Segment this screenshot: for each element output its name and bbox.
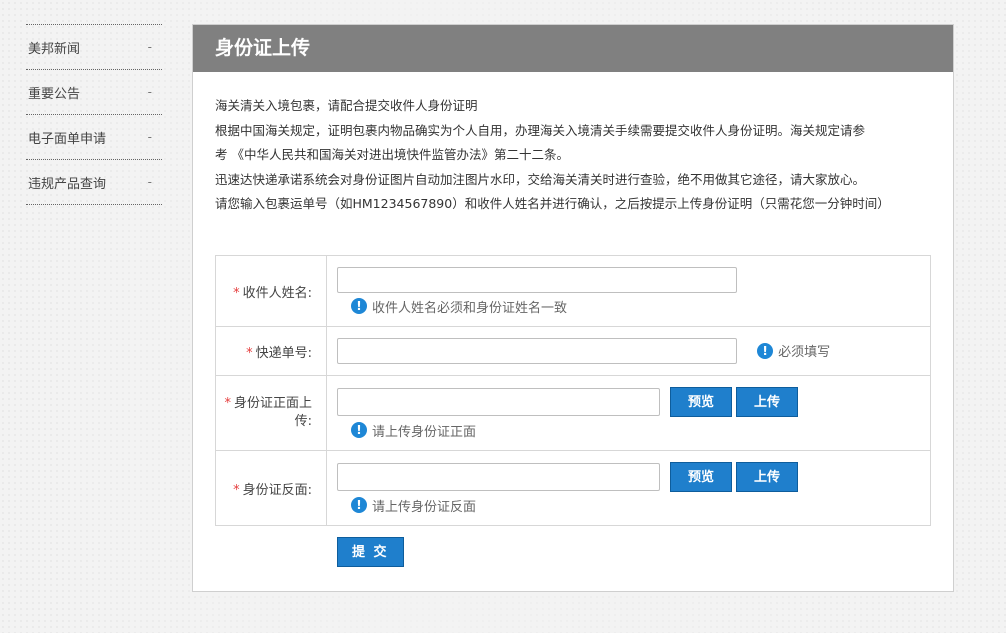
form-row-tracking: * 快递单号: ! 必须填写 bbox=[215, 326, 931, 376]
required-mark: * bbox=[224, 396, 231, 411]
required-mark: * bbox=[233, 482, 240, 498]
id-back-file-input[interactable] bbox=[337, 462, 660, 491]
sidebar-item-news[interactable]: 美邦新闻 - bbox=[26, 25, 162, 70]
tracking-hint-text: 必须填写 bbox=[778, 345, 831, 360]
intro-line: 请您输入包裹运单号（如HM1234567890）和收件人姓名并进行确认，之后按提… bbox=[215, 196, 890, 211]
sidebar-item-e-waybill[interactable]: 电子面单申请 - bbox=[26, 115, 162, 160]
id-front-upload-button[interactable]: 上传 bbox=[736, 386, 799, 417]
recipient-label: * 收件人姓名: bbox=[215, 255, 327, 327]
id-back-label-text: 身份证反面: bbox=[242, 482, 312, 498]
tracking-label: * 快递单号: bbox=[215, 326, 327, 376]
intro-line: 海关清关入境包裹，请配合提交收件人身份证明 bbox=[215, 98, 478, 113]
info-icon: ! bbox=[757, 342, 774, 359]
sidebar-item-label: 重要公告 bbox=[28, 86, 81, 102]
sidebar-item-marker: - bbox=[147, 130, 152, 144]
required-mark: * bbox=[246, 345, 253, 361]
recipient-hint: ! 收件人姓名必须和身份证姓名一致 bbox=[351, 297, 930, 316]
form-row-recipient: * 收件人姓名: ! 收件人姓名必须和身份证姓名一致 bbox=[215, 255, 931, 327]
intro-line: 迅速达快递承诺系统会对身份证图片自动加注图片水印，交给海关清关时进行查验，绝不用… bbox=[215, 171, 866, 187]
submit-button[interactable]: 提 交 bbox=[337, 537, 404, 567]
required-mark: * bbox=[233, 285, 240, 301]
recipient-field-cell: ! 收件人姓名必须和身份证姓名一致 bbox=[326, 255, 931, 327]
sidebar-item-announcements[interactable]: 重要公告 - bbox=[26, 70, 162, 115]
sidebar-item-prohibited-items[interactable]: 违规产品查询 - bbox=[26, 160, 162, 205]
recipient-name-input[interactable] bbox=[337, 266, 737, 293]
id-front-file-input[interactable] bbox=[337, 387, 660, 416]
tracking-label-text: 快递单号: bbox=[255, 345, 312, 361]
tracking-field-cell: ! 必须填写 bbox=[326, 326, 931, 376]
sidebar-item-marker: - bbox=[147, 40, 152, 54]
info-icon: ! bbox=[351, 298, 367, 314]
recipient-hint-text: 收件人姓名必须和身份证姓名一致 bbox=[372, 300, 568, 316]
id-back-label: * 身份证反面: bbox=[215, 450, 327, 526]
sidebar-menu: 美邦新闻 - 重要公告 - 电子面单申请 - 违规产品查询 - bbox=[26, 24, 162, 205]
id-back-preview-button[interactable]: 预览 bbox=[670, 461, 733, 492]
page-title: 身份证上传 bbox=[193, 25, 953, 72]
id-back-hint-text: 请上传身份证反面 bbox=[372, 499, 477, 515]
sidebar-item-marker: - bbox=[147, 85, 152, 99]
id-upload-panel: 身份证上传 海关清关入境包裹，请配合提交收件人身份证明 根据中国海关规定，证明包… bbox=[192, 24, 954, 592]
sidebar-item-label: 美邦新闻 bbox=[28, 41, 81, 57]
id-front-label: * 身份证正面上传: bbox=[215, 375, 327, 451]
id-back-hint: ! 请上传身份证反面 bbox=[351, 496, 930, 515]
id-upload-form: * 收件人姓名: ! 收件人姓名必须和身份证姓名一致 * 快递单号: ! 必须填写 bbox=[215, 255, 931, 526]
id-back-upload-button[interactable]: 上传 bbox=[736, 461, 799, 492]
info-icon: ! bbox=[351, 422, 367, 438]
sidebar-item-label: 电子面单申请 bbox=[28, 131, 107, 147]
tracking-hint: ! 必须填写 bbox=[757, 341, 830, 360]
id-front-preview-button[interactable]: 预览 bbox=[670, 386, 733, 417]
form-row-id-back: * 身份证反面: 预览 上传 ! 请上传身份证反面 bbox=[215, 450, 931, 526]
info-icon: ! bbox=[351, 497, 367, 513]
intro-text: 海关清关入境包裹，请配合提交收件人身份证明 根据中国海关规定，证明包裹内物品确实… bbox=[215, 94, 915, 217]
sidebar-item-marker: - bbox=[147, 175, 152, 189]
intro-line: 根据中国海关规定，证明包裹内物品确实为个人自用，办理海关入境清关手续需要提交收件… bbox=[215, 122, 866, 138]
id-front-hint-text: 请上传身份证正面 bbox=[372, 424, 477, 440]
intro-line: 考 《中华人民共和国海关对进出境快件监管办法》第二十二条。 bbox=[215, 147, 569, 162]
id-back-field-cell: 预览 上传 ! 请上传身份证反面 bbox=[326, 450, 931, 526]
tracking-number-input[interactable] bbox=[337, 338, 737, 364]
sidebar-item-label: 违规产品查询 bbox=[28, 176, 107, 192]
recipient-label-text: 收件人姓名: bbox=[242, 285, 312, 301]
id-front-field-cell: 预览 上传 ! 请上传身份证正面 bbox=[326, 375, 931, 451]
id-front-hint: ! 请上传身份证正面 bbox=[351, 421, 930, 440]
form-row-id-front: * 身份证正面上传: 预览 上传 ! 请上传身份证正面 bbox=[215, 375, 931, 451]
id-front-label-text: 身份证正面上传: bbox=[233, 396, 312, 429]
